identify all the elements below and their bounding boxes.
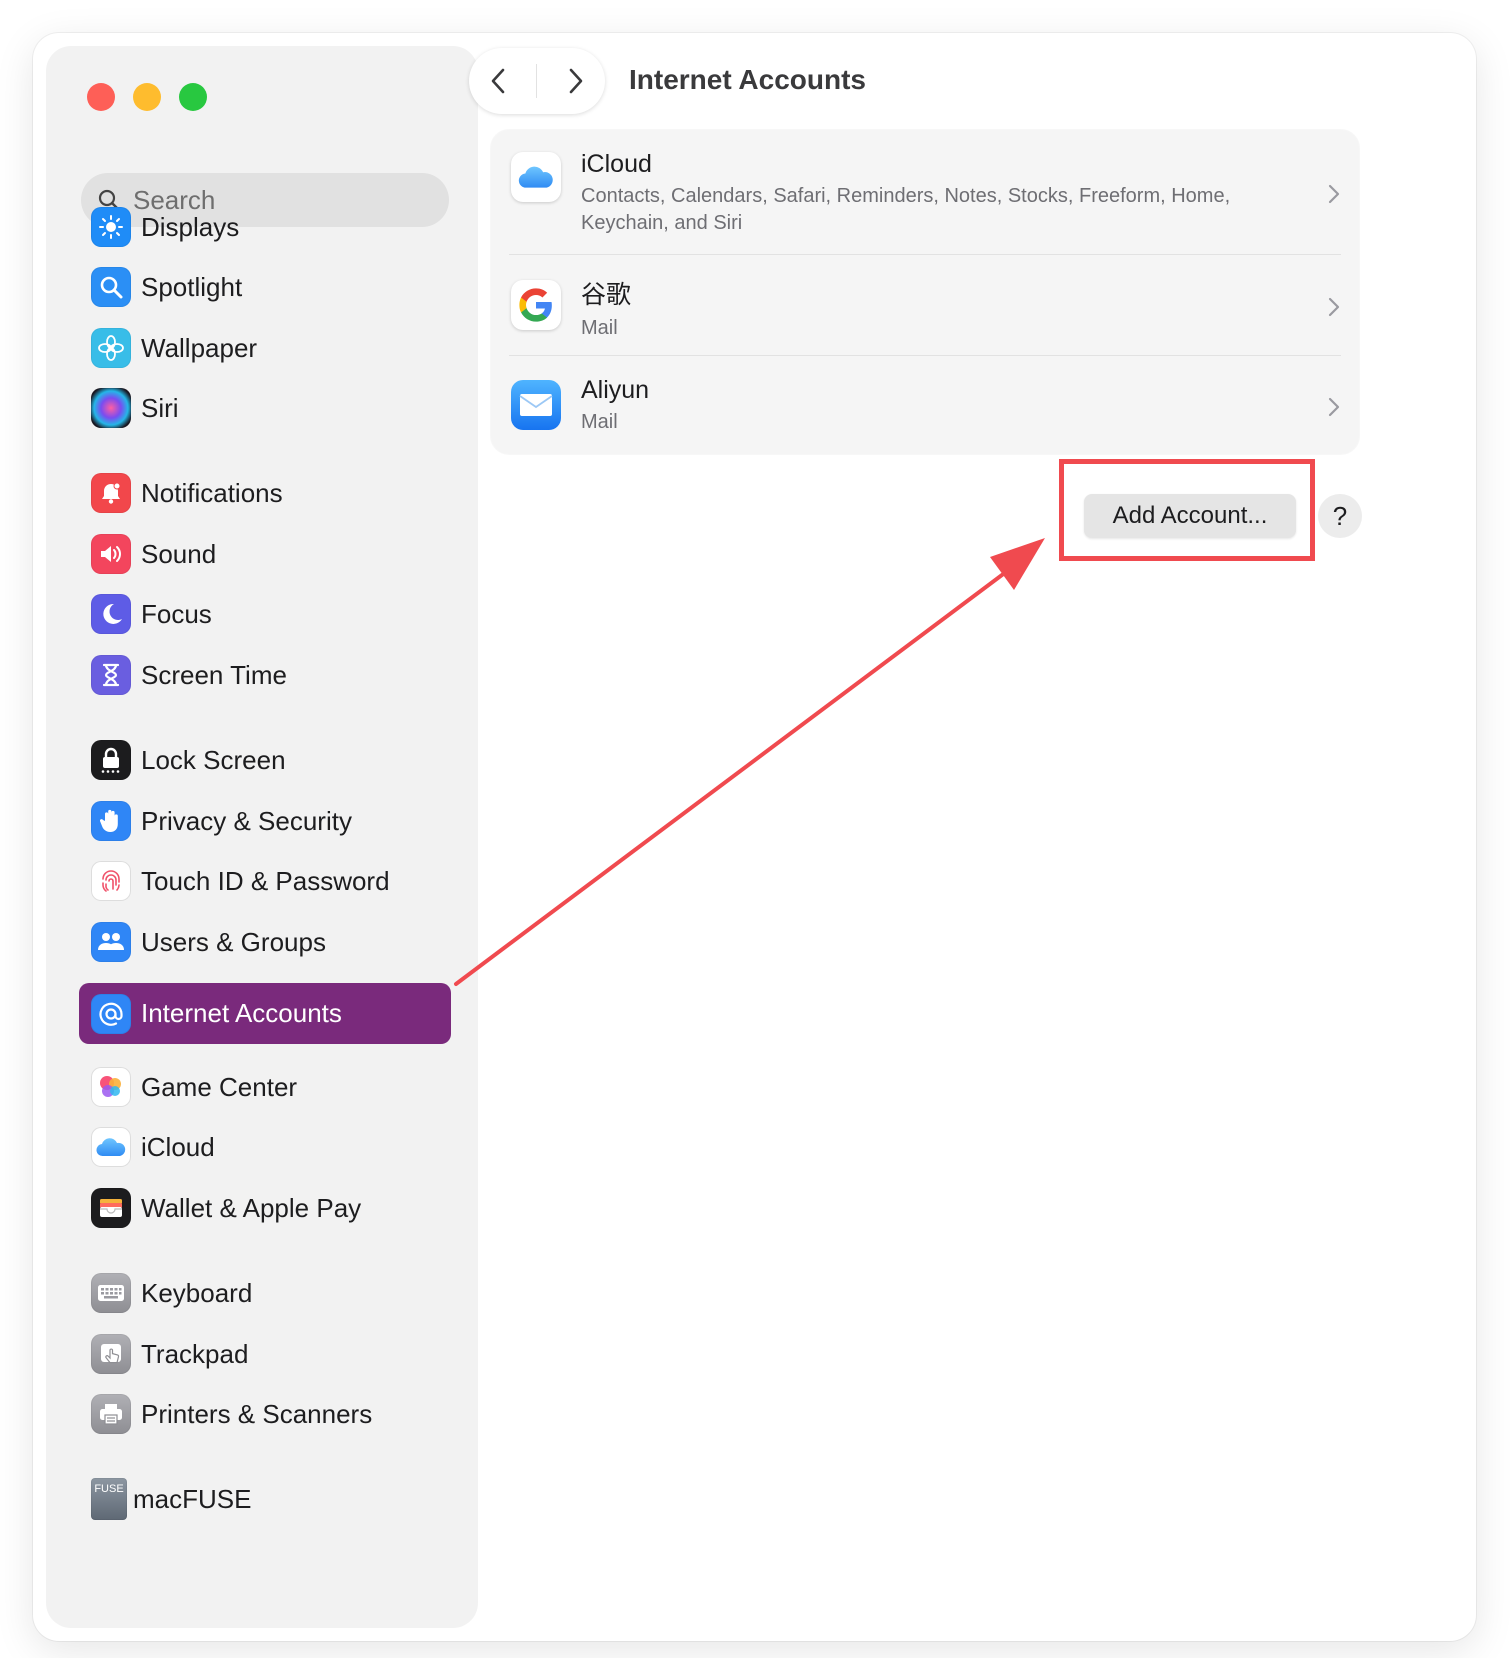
wallet-icon — [91, 1188, 131, 1228]
sidebar-item-macfuse[interactable]: FUSE macFUSE — [79, 1469, 451, 1529]
settings-window: Displays Spotlight Wallpaper Siri — [33, 33, 1476, 1641]
sidebar-item-label: Printers & Scanners — [141, 1398, 373, 1429]
sidebar-item-icloud[interactable]: iCloud — [79, 1117, 451, 1177]
sidebar-item-label: Notifications — [141, 477, 283, 508]
account-detail: Mail — [581, 411, 618, 433]
account-name: Aliyun — [581, 376, 650, 404]
hourglass-icon — [91, 655, 131, 695]
printer-icon — [91, 1394, 131, 1434]
arrow-head — [990, 538, 1045, 590]
sidebar-item-label: macFUSE — [133, 1483, 252, 1514]
macfuse-icon: FUSE — [91, 1478, 127, 1520]
sidebar-item-internet-accounts[interactable]: Internet Accounts — [79, 983, 451, 1044]
minimize-window-button[interactable] — [133, 83, 161, 111]
zoom-window-button[interactable] — [179, 83, 207, 111]
sidebar-item-spotlight[interactable]: Spotlight — [79, 257, 451, 317]
sidebar-item-trackpad[interactable]: Trackpad — [79, 1324, 451, 1384]
accounts-list: iCloud Contacts, Calendars, Safari, Remi… — [491, 130, 1359, 454]
sun-icon — [91, 207, 131, 247]
sidebar-item-displays[interactable]: Displays — [79, 197, 451, 257]
account-row-aliyun[interactable]: Aliyun Mail — [491, 356, 1359, 454]
chevron-right-icon — [1328, 397, 1340, 417]
sidebar-item-wallet[interactable]: Wallet & Apple Pay — [79, 1178, 451, 1238]
sidebar-item-label: Privacy & Security — [141, 805, 352, 836]
sidebar-item-label: Focus — [141, 598, 212, 629]
chevron-right-icon — [1328, 184, 1340, 204]
sidebar-item-label: Users & Groups — [141, 926, 326, 957]
sidebar-item-label: Touch ID & Password — [141, 865, 390, 896]
account-name: 谷歌 — [581, 281, 632, 309]
siri-icon — [91, 388, 131, 428]
account-name: iCloud — [581, 150, 652, 178]
google-icon — [511, 280, 561, 330]
trackpad-icon — [91, 1334, 131, 1374]
sidebar-item-label: Trackpad — [141, 1338, 249, 1369]
sidebar-item-siri[interactable]: Siri — [79, 378, 451, 438]
sidebar-item-focus[interactable]: Focus — [79, 584, 451, 644]
sidebar-item-lock-screen[interactable]: Lock Screen — [79, 730, 451, 790]
sidebar-item-label: Wallpaper — [141, 332, 258, 363]
sidebar-item-users-groups[interactable]: Users & Groups — [79, 912, 451, 972]
sidebar-item-screen-time[interactable]: Screen Time — [79, 645, 451, 705]
sidebar: Displays Spotlight Wallpaper Siri — [47, 47, 477, 1627]
sidebar-item-label: Internet Accounts — [141, 998, 342, 1028]
sidebar-item-label: Spotlight — [141, 271, 243, 302]
sidebar-item-keyboard[interactable]: Keyboard — [79, 1263, 451, 1323]
fingerprint-icon — [91, 861, 131, 901]
page-title: Internet Accounts — [629, 64, 866, 95]
mail-icon — [511, 380, 561, 430]
chevron-right-icon — [1328, 297, 1340, 317]
sidebar-item-label: Screen Time — [141, 659, 287, 690]
cloud-icon — [511, 152, 561, 202]
macfuse-icon-text: FUSE — [94, 1483, 124, 1495]
sidebar-item-label: Game Center — [141, 1071, 298, 1102]
users-icon — [91, 922, 131, 962]
navigation-buttons — [469, 48, 605, 114]
game-center-icon — [91, 1067, 131, 1107]
at-icon — [91, 993, 131, 1034]
forward-button[interactable] — [556, 61, 596, 101]
sidebar-item-label: Sound — [141, 538, 217, 569]
sidebar-item-label: Wallet & Apple Pay — [141, 1192, 362, 1223]
account-detail: Contacts, Calendars, Safari, Reminders, … — [581, 185, 1231, 234]
nav-separator — [536, 64, 538, 98]
sidebar-item-sound[interactable]: Sound — [79, 524, 451, 584]
speaker-icon — [91, 534, 131, 574]
close-window-button[interactable] — [87, 83, 115, 111]
sidebar-item-label: Keyboard — [141, 1277, 253, 1308]
sidebar-item-wallpaper[interactable]: Wallpaper — [79, 318, 451, 378]
sidebar-item-label: Siri — [141, 392, 179, 423]
back-button[interactable] — [478, 61, 518, 101]
sidebar-item-printers-scanners[interactable]: Printers & Scanners — [79, 1384, 451, 1444]
chevron-left-icon — [491, 68, 505, 94]
sidebar-item-notifications[interactable]: Notifications — [79, 463, 451, 523]
cloud-icon — [91, 1127, 131, 1167]
moon-icon — [91, 594, 131, 634]
sidebar-item-privacy-security[interactable]: Privacy & Security — [79, 791, 451, 851]
keyboard-icon — [91, 1273, 131, 1313]
account-detail: Mail — [581, 317, 618, 339]
sidebar-item-label: iCloud — [141, 1131, 215, 1162]
sidebar-item-label: Lock Screen — [141, 744, 286, 775]
account-row-google[interactable]: 谷歌 Mail — [491, 255, 1359, 355]
chevron-right-icon — [569, 68, 583, 94]
sidebar-item-label: Displays — [141, 211, 240, 242]
sidebar-item-game-center[interactable]: Game Center — [79, 1057, 451, 1117]
window-controls — [87, 83, 207, 111]
arrow-shaft — [454, 561, 1020, 986]
bell-icon — [91, 473, 131, 513]
account-row-icloud[interactable]: iCloud Contacts, Calendars, Safari, Remi… — [491, 130, 1359, 254]
flower-icon — [91, 328, 131, 368]
magnifier-icon — [91, 267, 131, 307]
help-button[interactable]: ? — [1318, 494, 1362, 538]
lock-icon — [91, 740, 131, 780]
add-account-button[interactable]: Add Account... — [1084, 494, 1296, 538]
sidebar-item-touch-id[interactable]: Touch ID & Password — [79, 851, 451, 911]
hand-icon — [91, 801, 131, 841]
